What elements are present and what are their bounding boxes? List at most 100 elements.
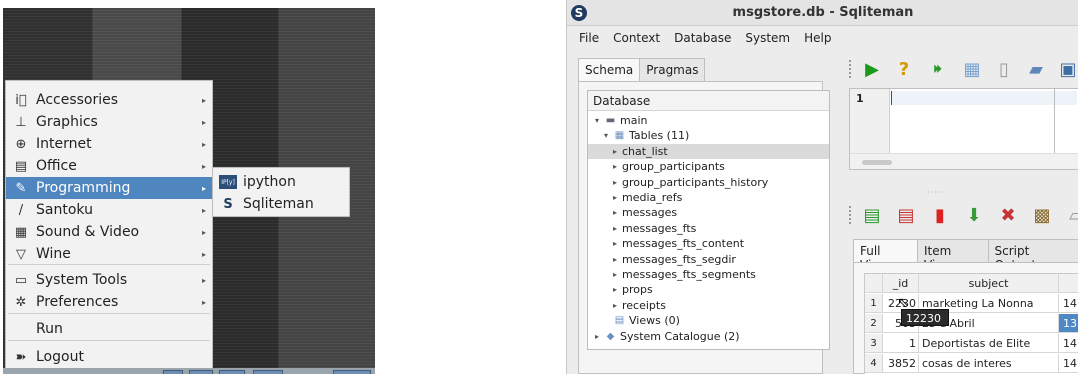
- tree-item[interactable]: ▸ messages_fts_content: [588, 236, 829, 251]
- collapse-arrow-icon[interactable]: ▸: [610, 178, 620, 187]
- image-icon[interactable]: ▩: [1031, 204, 1053, 226]
- grid-corner[interactable]: [865, 274, 883, 293]
- tree-item[interactable]: ▸ ◆ System Catalogue (2): [588, 329, 829, 344]
- cell-tooltip: 12230: [901, 309, 949, 326]
- menu-item-internet[interactable]: ⊕ Internet ▸: [6, 133, 212, 155]
- history-icon[interactable]: ▦: [961, 58, 983, 80]
- database-icon: ▬: [605, 115, 616, 126]
- collapse-arrow-icon[interactable]: ▸: [610, 224, 620, 233]
- column-header[interactable]: [1059, 274, 1078, 293]
- tree-item[interactable]: ▸ messages_fts_segments: [588, 267, 829, 282]
- sql-editor[interactable]: 1: [849, 88, 1078, 170]
- editor-current-line[interactable]: [891, 91, 1077, 105]
- menu-file[interactable]: File: [567, 28, 606, 50]
- grid-cell[interactable]: 14: [1059, 294, 1078, 313]
- menu-database[interactable]: Database: [667, 28, 738, 50]
- collapse-arrow-icon[interactable]: ▸: [610, 147, 620, 156]
- tab-script-output[interactable]: Script Output: [987, 239, 1078, 272]
- column-header[interactable]: subject: [919, 274, 1059, 293]
- collapse-arrow-icon[interactable]: ▸: [610, 239, 620, 248]
- grid-cell[interactable]: 14: [1059, 354, 1078, 373]
- submenu-item-ipython[interactable]: IP[y] ipython: [213, 171, 349, 193]
- grid-cell[interactable]: 13: [1059, 314, 1078, 333]
- row-header[interactable]: 2: [865, 314, 883, 333]
- menu-item-logout[interactable]: ➽ Logout: [6, 346, 212, 368]
- toolbar-grip[interactable]: [849, 206, 853, 224]
- taskbar-app-icon[interactable]: [163, 370, 183, 374]
- rollback-icon[interactable]: ✖: [997, 204, 1019, 226]
- tab-item-view[interactable]: Item View: [916, 239, 989, 272]
- menu-item-sound-video[interactable]: ▦ Sound & Video ▸: [6, 221, 212, 243]
- tree-item[interactable]: ▸ group_participants: [588, 159, 829, 174]
- editor-horizontal-scrollbar[interactable]: [850, 153, 1078, 169]
- menu-item-accessories[interactable]: i⃓ Accessories ▸: [6, 89, 212, 111]
- tab-full-view[interactable]: Full View: [853, 239, 918, 272]
- tree-item[interactable]: ▸ messages: [588, 205, 829, 220]
- menu-item-system-tools[interactable]: ▭ System Tools ▸: [6, 269, 212, 291]
- submenu-arrow-icon: ▸: [201, 205, 206, 215]
- run-sql-icon[interactable]: ▶: [861, 58, 883, 80]
- collapse-arrow-icon[interactable]: ▸: [610, 208, 620, 217]
- row-header[interactable]: 1: [865, 294, 883, 313]
- delete-row-icon[interactable]: ▤: [895, 204, 917, 226]
- collapse-arrow-icon[interactable]: ▸: [610, 285, 620, 294]
- taskbar-app-icon[interactable]: [189, 370, 213, 374]
- new-file-icon[interactable]: ▯: [993, 58, 1015, 80]
- collapse-arrow-icon[interactable]: ▸: [610, 255, 620, 264]
- save-file-icon[interactable]: ▣: [1057, 58, 1078, 80]
- taskbar-app-icon[interactable]: [219, 370, 245, 374]
- tree-item[interactable]: ▾ ▬ main: [588, 113, 829, 128]
- menu-item-wine[interactable]: ▽ Wine ▸: [6, 243, 212, 265]
- tree-item[interactable]: ▤ Views (0): [588, 313, 829, 328]
- collapse-arrow-icon[interactable]: ▸: [610, 193, 620, 202]
- data-grid[interactable]: _idsubject12230marketing La Nonna1425032…: [864, 273, 1078, 374]
- schema-tree[interactable]: Database ▾ ▬ main ▾ ▦ Tables (11) ▸ chat_list ▸ g…: [587, 90, 830, 350]
- export-icon[interactable]: ▱: [1065, 204, 1078, 226]
- menu-context[interactable]: Context: [606, 28, 667, 50]
- menu-item-office[interactable]: ▤ Office ▸: [6, 155, 212, 177]
- menu-help[interactable]: Help: [797, 28, 838, 50]
- tree-item[interactable]: ▸ messages_fts: [588, 221, 829, 236]
- remove-icon[interactable]: ▮: [929, 204, 951, 226]
- tab-schema[interactable]: Schema: [578, 58, 641, 82]
- menu-item-programming[interactable]: ✎ Programming ▸: [6, 177, 212, 199]
- grid-cell-subject[interactable]: cosas de interes: [919, 354, 1059, 373]
- tree-item[interactable]: ▸ receipts: [588, 298, 829, 313]
- menu-item-santoku[interactable]: / Santoku ▸: [6, 199, 212, 221]
- expand-arrow-icon[interactable]: ▾: [601, 131, 611, 140]
- taskbar-window-button[interactable]: [333, 370, 371, 374]
- row-header[interactable]: 4: [865, 354, 883, 373]
- tree-item[interactable]: ▸ chat_list: [588, 143, 829, 159]
- run-script-icon[interactable]: ⏵⏵: [925, 58, 947, 80]
- expand-arrow-icon[interactable]: ▾: [592, 116, 602, 125]
- splitter-handle[interactable]: ·····: [927, 188, 945, 197]
- submenu-item-sqliteman[interactable]: S Sqliteman: [213, 193, 349, 215]
- toolbar-grip[interactable]: [849, 60, 853, 78]
- tab-pragmas[interactable]: Pragmas: [639, 58, 706, 82]
- tree-item[interactable]: ▾ ▦ Tables (11): [588, 128, 829, 143]
- grid-cell-id[interactable]: 1: [883, 334, 919, 353]
- tree-item[interactable]: ▸ group_participants_history: [588, 175, 829, 190]
- tree-item[interactable]: ▸ props: [588, 282, 829, 297]
- collapse-arrow-icon[interactable]: ▸: [610, 270, 620, 279]
- open-file-icon[interactable]: ▰: [1025, 58, 1047, 80]
- commit-icon[interactable]: ⬇: [963, 204, 985, 226]
- grid-cell[interactable]: 14: [1059, 334, 1078, 353]
- collapse-arrow-icon[interactable]: ▸: [610, 301, 620, 310]
- menu-item-run[interactable]: Run: [6, 318, 212, 340]
- collapse-arrow-icon[interactable]: ▸: [610, 162, 620, 171]
- taskbar-app-icon[interactable]: [253, 370, 283, 374]
- scrollbar-thumb[interactable]: [862, 160, 892, 165]
- insert-row-icon[interactable]: ▤: [861, 204, 883, 226]
- explain-icon[interactable]: ?: [893, 58, 915, 80]
- grid-cell-id[interactable]: 3852: [883, 354, 919, 373]
- menu-item-preferences[interactable]: ✲ Preferences ▸: [6, 291, 212, 313]
- collapse-arrow-icon[interactable]: ▸: [592, 332, 602, 341]
- tree-item[interactable]: ▸ media_refs: [588, 190, 829, 205]
- tree-item[interactable]: ▸ messages_fts_segdir: [588, 252, 829, 267]
- menu-system[interactable]: System: [738, 28, 797, 50]
- row-header[interactable]: 3: [865, 334, 883, 353]
- grid-cell-subject[interactable]: Deportistas de Elite: [919, 334, 1059, 353]
- column-header[interactable]: _id: [883, 274, 919, 293]
- menu-item-graphics[interactable]: ⊥ Graphics ▸: [6, 111, 212, 133]
